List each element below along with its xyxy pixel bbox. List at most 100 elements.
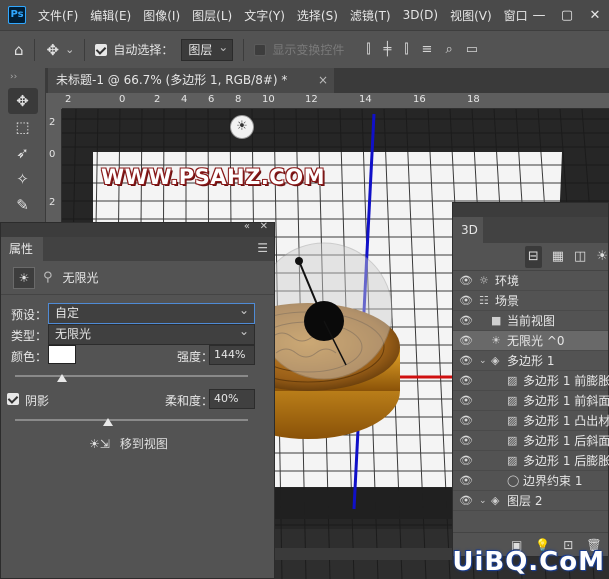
mesh-filter-icon[interactable]: ▦ [552, 249, 564, 264]
light-filter-icon[interactable]: ☀ [596, 249, 608, 264]
menu-filter[interactable]: 滤镜(T) [350, 7, 391, 24]
whole-scene-filter-icon[interactable]: ⊟ [525, 245, 542, 268]
material-filter-icon[interactable]: ◫ [574, 249, 586, 264]
workspace-icon[interactable]: ▭ [466, 42, 478, 57]
close-tab-icon[interactable]: × [318, 68, 328, 93]
marquee-tool-icon[interactable]: ⬚ [8, 114, 38, 140]
menu-3d[interactable]: 3D(D) [403, 8, 438, 22]
visibility-eye-icon[interactable]: 👁 [459, 271, 473, 291]
ruler-number: 4 [181, 94, 188, 105]
tree-row-label: 边界约束 1 [523, 474, 583, 488]
softness-slider-track[interactable] [15, 419, 248, 421]
visibility-eye-icon[interactable]: 👁 [459, 391, 473, 411]
preset-dropdown[interactable]: 自定 [48, 301, 255, 324]
3d-tab-bar: 3D [453, 217, 608, 243]
minimize-button[interactable]: — [525, 8, 553, 23]
expand-chevron-icon[interactable]: ⌄ [479, 351, 487, 371]
ruler-number: 8 [235, 94, 242, 105]
visibility-eye-icon[interactable]: 👁 [459, 491, 473, 511]
menu-type[interactable]: 文字(Y) [244, 7, 285, 24]
intensity-input[interactable]: 144% [209, 345, 255, 365]
expand-chevron-icon[interactable]: ⌄ [479, 491, 487, 511]
photoshop-logo[interactable]: Ps [8, 6, 26, 24]
tree-row[interactable]: 👁 ▨ 多边形 1 前膨胀材质 [453, 371, 609, 391]
light-widget-icon[interactable]: ☀ [230, 115, 254, 139]
show-transform-checkbox[interactable] [254, 43, 267, 56]
visibility-eye-icon[interactable]: 👁 [459, 431, 473, 451]
collapse-panel-icon[interactable]: « [244, 221, 250, 232]
maximize-button[interactable]: ▢ [553, 8, 581, 23]
visibility-eye-icon[interactable]: 👁 [459, 311, 473, 331]
close-panel-icon[interactable]: ✕ [260, 221, 268, 232]
light-color-swatch[interactable] [48, 345, 76, 364]
lasso-tool-icon[interactable]: ➶ [8, 140, 38, 166]
document-tab-title: 未标题-1 @ 66.7% (多边形 1, RGB/8#) * [56, 73, 288, 87]
softness-slider-knob[interactable] [103, 418, 114, 426]
tree-row[interactable]: 👁 ▨ 多边形 1 凸出材质 [453, 411, 609, 431]
collapse-icon[interactable]: ›› [0, 68, 45, 88]
intensity-slider-track[interactable] [15, 375, 248, 377]
visibility-eye-icon[interactable]: 👁 [459, 451, 473, 471]
search-icon[interactable]: ⌕ [445, 42, 452, 57]
tree-row[interactable]: 👁 ◯ 边界约束 1 [453, 471, 608, 491]
tree-row[interactable]: 👁 ⌄ ◈ 图层 2 [453, 491, 608, 511]
tree-row[interactable]: 👁 ☼ 环境 [453, 271, 608, 291]
3d-filter-bar: ⊟ ▦ ◫ ☀ [453, 243, 608, 271]
magic-wand-tool-icon[interactable]: ✧ [8, 166, 38, 192]
menu-view[interactable]: 视图(V) [450, 7, 492, 24]
align-left-icon[interactable]: ⫿ [366, 42, 370, 57]
auto-select-target-dropdown[interactable]: 图层 [181, 37, 234, 61]
tree-row[interactable]: 👁 ▨ 多边形 1 后斜面材质 [453, 431, 609, 451]
close-window-button[interactable]: ✕ [581, 8, 609, 23]
align-right-icon[interactable]: ⫿ [404, 42, 408, 57]
move-icon[interactable]: ✥ [47, 41, 60, 59]
tree-row[interactable]: 👁 ☀ 无限光 ^0 [453, 331, 608, 351]
panel-menu-icon[interactable]: ☰ [257, 241, 268, 255]
ruler-number: 10 [262, 94, 275, 105]
visibility-eye-icon[interactable]: 👁 [459, 351, 473, 371]
move-to-view-button[interactable]: ☀⇲ 移到视图 [89, 435, 168, 452]
options-bar: ⌂ ✥ ⌄ 自动选择： 图层 显示变换控件 ⫿ ╪ ⫿ ≡ ⌕ ▭ [0, 30, 609, 68]
visibility-eye-icon[interactable]: 👁 [459, 411, 473, 431]
window-controls: — ▢ ✕ [525, 0, 609, 30]
align-center-icon[interactable]: ╪ [384, 42, 392, 57]
tab-properties[interactable]: 属性 [1, 237, 43, 261]
tree-row[interactable]: 👁 ▨ 多边形 1 前斜面材质 [453, 391, 609, 411]
type-dropdown[interactable]: 无限光 [48, 322, 255, 345]
visibility-eye-icon[interactable]: 👁 [459, 291, 473, 311]
tree-row[interactable]: 👁 ■ 当前视图 [453, 311, 608, 331]
softness-input[interactable]: 40% [209, 389, 255, 409]
tree-row[interactable]: 👁 ⌄ ◈ 多边形 1 [453, 351, 608, 371]
intensity-slider-knob[interactable] [56, 374, 67, 382]
menu-file[interactable]: 文件(F) [38, 7, 78, 24]
auto-select-checkbox[interactable] [95, 43, 108, 56]
document-tab[interactable]: 未标题-1 @ 66.7% (多边形 1, RGB/8#) * × [48, 68, 334, 93]
canvas-scrollbar[interactable] [275, 548, 452, 560]
tree-row[interactable]: 👁 ▨ 多边形 1 后膨胀材质 [453, 451, 609, 471]
visibility-eye-icon[interactable]: 👁 [459, 331, 473, 351]
shadow-checkbox[interactable] [7, 393, 19, 405]
properties-panel: « ✕ 属性 ☰ ☀ ⚲ 无限光 预设： 自定 类型： 无限光 颜色： 强度： … [0, 221, 275, 579]
visibility-eye-icon[interactable]: 👁 [459, 471, 473, 491]
menu-select[interactable]: 选择(S) [297, 7, 338, 24]
coordinates-icon[interactable]: ⚲ [43, 270, 53, 285]
infinite-light-icon[interactable]: ☀ [13, 266, 35, 289]
move-tool-icon[interactable]: ✥ [7, 88, 38, 114]
tree-row-label: 多边形 1 前斜面材质 [523, 394, 609, 408]
horizontal-ruler[interactable]: 2 0 2 4 6 8 10 12 14 16 18 [62, 93, 609, 109]
shadow-label: 阴影 [25, 394, 50, 408]
tab-3d[interactable]: 3D [453, 217, 483, 243]
tree-row-label: 环境 [495, 274, 520, 288]
chevron-down-icon[interactable]: ⌄ [65, 43, 74, 56]
distribute-icon[interactable]: ≡ [422, 42, 433, 57]
menu-image[interactable]: 图像(I) [143, 7, 180, 24]
eyedropper-tool-icon[interactable]: ✎ [8, 192, 38, 218]
visibility-eye-icon[interactable]: 👁 [459, 371, 473, 391]
ruler-corner[interactable] [46, 93, 62, 109]
home-icon[interactable]: ⌂ [14, 41, 24, 59]
move-to-view-label: 移到视图 [119, 437, 168, 451]
menu-edit[interactable]: 编辑(E) [90, 7, 131, 24]
tree-row[interactable]: 👁 ☷ 场景 [453, 291, 608, 311]
menu-layer[interactable]: 图层(L) [192, 7, 232, 24]
ruler-number: 0 [49, 149, 56, 160]
